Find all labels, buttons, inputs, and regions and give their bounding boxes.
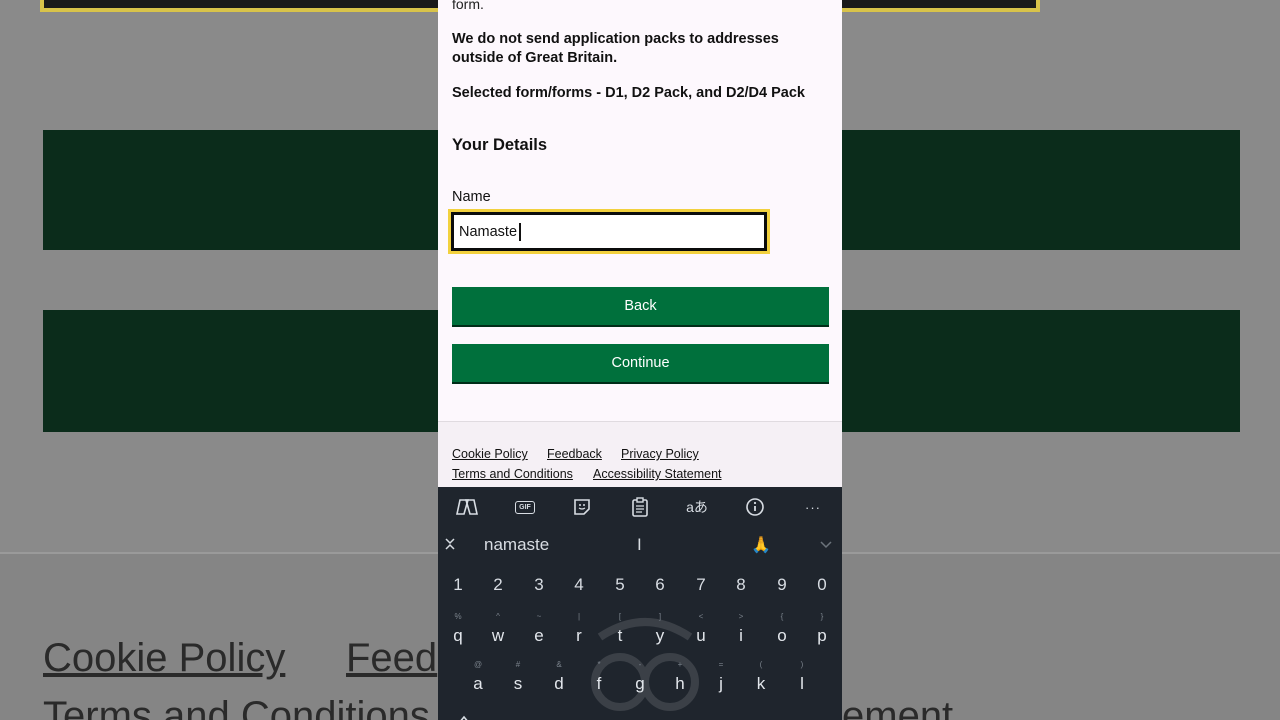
key-j[interactable]: = j [706, 660, 736, 694]
key-2[interactable]: 2 [483, 575, 513, 595]
page-footer: Cookie Policy Feedback Privacy Policy Te… [438, 421, 842, 487]
continue-button[interactable]: Continue [452, 344, 829, 382]
key-a[interactable]: @ a [463, 660, 493, 694]
gif-icon[interactable]: GIF [511, 496, 539, 518]
key-h[interactable]: + h [665, 660, 695, 694]
suggestion-1[interactable]: namaste [484, 535, 549, 555]
name-input[interactable]: Namaste [448, 209, 770, 254]
section-heading: Your Details [452, 136, 548, 154]
translate-icon[interactable]: aあ [683, 496, 711, 518]
key-3[interactable]: 3 [524, 575, 554, 595]
backdrop-link-feedback: Feed [346, 636, 438, 680]
info-icon[interactable] [741, 496, 769, 518]
chevron-down-icon[interactable] [812, 533, 840, 555]
copilot-icon[interactable] [453, 496, 481, 518]
gif-label: GIF [515, 500, 535, 514]
key-u[interactable]: < u [686, 612, 716, 646]
backdrop-link-terms: Terms and Conditions [43, 694, 430, 720]
phone-screen: form. We do not send application packs t… [438, 0, 842, 720]
key-w[interactable]: ^ w [483, 612, 513, 646]
cookie-policy-link[interactable]: Cookie Policy [452, 447, 528, 461]
privacy-policy-link[interactable]: Privacy Policy [621, 447, 699, 461]
key-o[interactable]: {o [767, 612, 797, 646]
sticker-icon[interactable] [568, 496, 596, 518]
suggestion-emoji[interactable]: 🙏 [751, 535, 771, 555]
key-t[interactable]: [t [605, 612, 635, 646]
name-label: Name [452, 189, 491, 205]
suggestion-2[interactable]: I [637, 535, 642, 555]
accessibility-link[interactable]: Accessibility Statement [593, 467, 722, 481]
key-i[interactable]: > i [726, 612, 756, 646]
key-k[interactable]: (k [746, 660, 776, 694]
backdrop-link-cookie: Cookie Policy [43, 636, 286, 680]
key-4[interactable]: 4 [564, 575, 594, 595]
selected-forms-text: Selected form/forms - D1, D2 Pack, and D… [452, 85, 805, 101]
key-l[interactable]: ) l [787, 660, 817, 694]
on-screen-keyboard: GIF aあ ··· namaste I 🙏 1 2 3 4 5 6 7 8 9… [438, 487, 842, 720]
key-1[interactable]: 1 [443, 575, 473, 595]
more-icon[interactable]: ··· [799, 496, 827, 518]
name-input-value: Namaste [459, 223, 518, 240]
key-8[interactable]: 8 [726, 575, 756, 595]
feedback-link[interactable]: Feedback [547, 447, 602, 461]
shift-key-icon[interactable] [450, 709, 478, 720]
key-r[interactable]: | r [564, 612, 594, 646]
key-d[interactable]: & d [544, 660, 574, 694]
key-e[interactable]: ~ e [524, 612, 554, 646]
key-s[interactable]: # s [503, 660, 533, 694]
key-q[interactable]: % q [443, 612, 473, 646]
text-caret [519, 222, 521, 241]
key-f[interactable]: * f [584, 660, 614, 694]
notice-text: We do not send application packs to addr… [452, 31, 779, 66]
partial-paragraph: form. [452, 0, 484, 12]
key-y[interactable]: ] y [645, 612, 675, 646]
backdrop-link-statement: ement [842, 694, 954, 720]
terms-link[interactable]: Terms and Conditions [452, 467, 573, 481]
key-9[interactable]: 9 [767, 575, 797, 595]
key-p[interactable]: } p [807, 612, 837, 646]
collapse-suggestions-icon[interactable] [438, 533, 464, 555]
clipboard-icon[interactable] [626, 496, 654, 518]
key-g[interactable]: -g [625, 660, 655, 694]
key-0[interactable]: 0 [807, 575, 837, 595]
page-content: form. We do not send application packs t… [438, 0, 842, 421]
back-button[interactable]: Back [452, 287, 829, 325]
key-6[interactable]: 6 [645, 575, 675, 595]
key-7[interactable]: 7 [686, 575, 716, 595]
key-5[interactable]: 5 [605, 575, 635, 595]
